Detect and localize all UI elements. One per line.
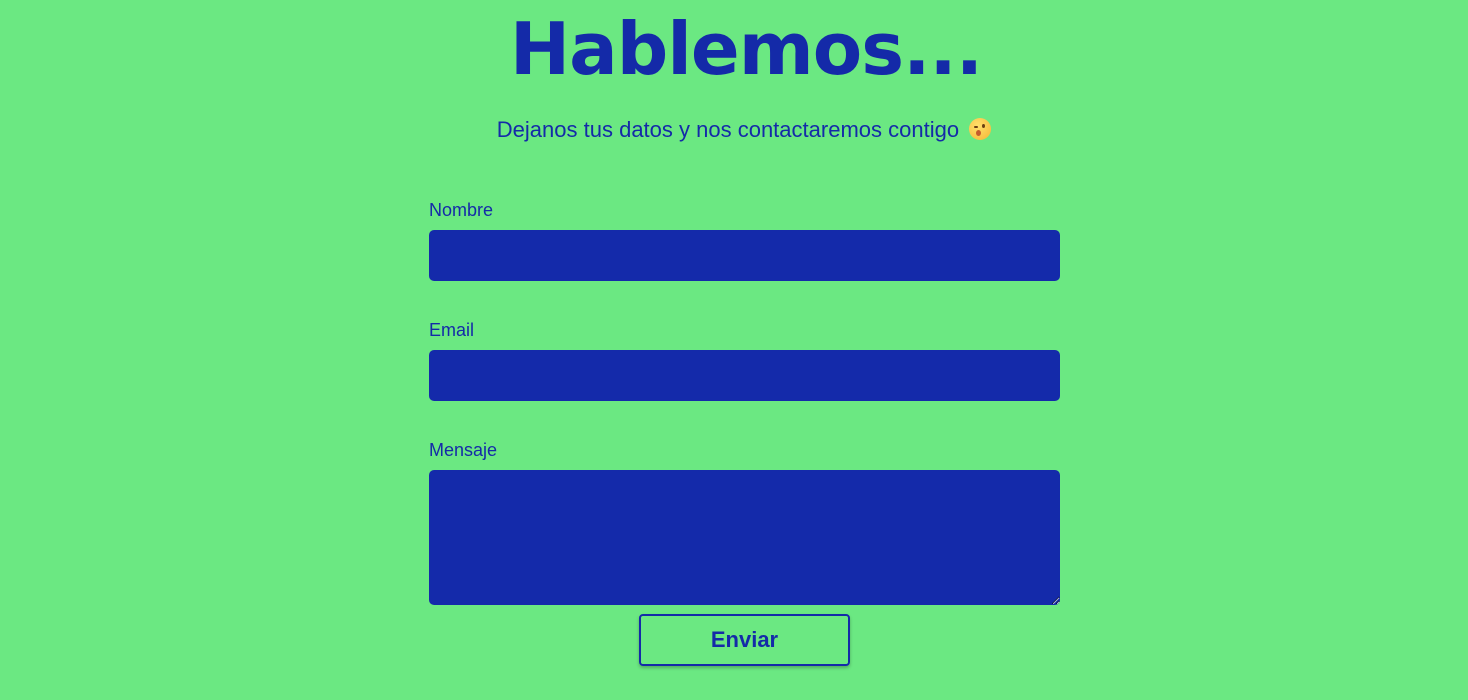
page-subtitle: Dejanos tus datos y nos contactaremos co… xyxy=(0,115,1468,145)
page-title: Hablemos... xyxy=(509,7,983,91)
email-field[interactable] xyxy=(429,350,1060,401)
email-label: Email xyxy=(429,320,475,340)
message-field[interactable] xyxy=(429,470,1060,605)
message-label: Mensaje xyxy=(429,440,498,460)
subtitle-text: Dejanos tus datos y nos contactaremos co… xyxy=(496,117,960,142)
contact-page: Hablemos... Dejanos tus datos y nos cont… xyxy=(0,0,1468,700)
winking-face-icon xyxy=(969,118,992,140)
contact-form: Nombre Email Mensaje xyxy=(429,198,1061,605)
submit-button[interactable]: Enviar xyxy=(639,614,850,666)
name-field[interactable] xyxy=(429,230,1060,281)
name-label: Nombre xyxy=(429,200,494,220)
